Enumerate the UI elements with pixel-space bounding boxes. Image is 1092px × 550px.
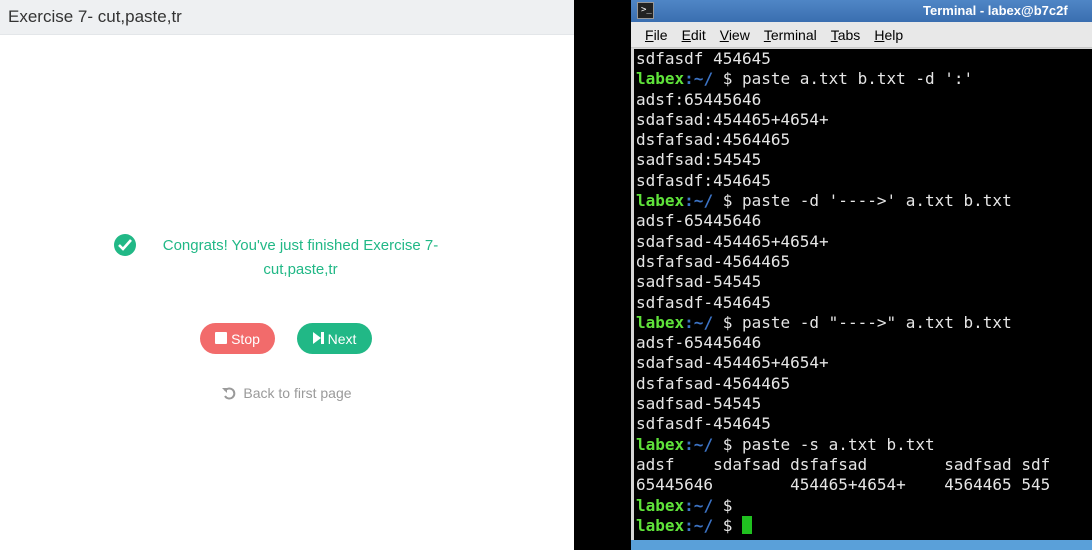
next-button[interactable]: Next <box>297 323 372 354</box>
check-circle-icon <box>113 234 136 256</box>
menu-item-help[interactable]: Help <box>874 27 903 43</box>
prompt-user: labex <box>636 312 685 332</box>
terminal-title: Terminal - labex@b7c2f <box>923 3 1068 18</box>
prompt-path: :~/ <box>684 69 714 89</box>
stop-icon <box>215 331 228 347</box>
stop-button-label: Stop <box>231 330 260 347</box>
terminal-screen[interactable]: sdfasdf 454645 labex:~/ $ paste a.txt b.t… <box>634 49 1092 540</box>
terminal-prompt-line: labex:~/ $ <box>636 515 1092 536</box>
prompt-path: :~/ <box>684 515 714 535</box>
terminal-output-line: adsf sdafsad dsfafsad sadfsad sdf <box>636 454 1051 474</box>
terminal-prompt-line: labex:~/ $ paste -d "---->" a.txt b.txt <box>636 312 1012 332</box>
prompt-user: labex <box>636 191 685 211</box>
prompt-user: labex <box>636 434 685 454</box>
terminal-output-line: sdfasdf-454645 <box>636 292 771 312</box>
stop-button[interactable]: Stop <box>200 323 275 354</box>
congrats-text: Congrats! You've just finished Exercise … <box>162 237 439 278</box>
terminal-output-line: adsf-65445646 <box>636 211 762 231</box>
prompt-path: :~/ <box>684 312 714 332</box>
prompt-user: labex <box>636 495 685 515</box>
terminal-output-line: sdafsad-454465+4654+ <box>636 353 829 373</box>
terminal-cursor <box>741 515 752 534</box>
terminal-prompt-line: labex:~/ $ paste -s a.txt b.txt <box>636 434 935 454</box>
next-button-label: Next <box>327 330 357 347</box>
terminal-output-line: dsfafsad:4564465 <box>636 130 791 150</box>
menu-item-terminal[interactable]: Terminal <box>764 27 817 43</box>
terminal-output-line: 65445646 454465+4654+ 4564465 545 <box>636 475 1051 495</box>
terminal-prompt-line: labex:~/ $ paste a.txt b.txt -d ':' <box>636 69 974 89</box>
terminal-output-line: sdafsad-454465+4654+ <box>636 231 829 251</box>
congrats-message: Congrats! You've just finished Exercise … <box>0 234 574 282</box>
terminal-app-icon[interactable]: >_ <box>637 2 654 19</box>
terminal-titlebar[interactable]: >_ Terminal - labex@b7c2f <box>631 0 1092 22</box>
step-forward-icon <box>312 331 324 347</box>
exercise-header: Exercise 7- cut,paste,tr <box>0 0 574 35</box>
undo-icon <box>222 387 240 403</box>
terminal-window[interactable]: >_ Terminal - labex@b7c2f File Edit View Te… <box>631 0 1092 550</box>
terminal-output-line: sdfasdf-454645 <box>636 414 771 434</box>
prompt-path: :~/ <box>684 191 714 211</box>
pane-divider <box>574 0 631 550</box>
menu-item-file[interactable]: File <box>645 27 668 43</box>
terminal-output-line: dsfafsad-4564465 <box>636 251 791 271</box>
terminal-output-line: adsf-65445646 <box>636 333 762 353</box>
menu-item-edit[interactable]: Edit <box>682 27 706 43</box>
terminal-menubar: File Edit View Terminal Tabs Help <box>631 22 1092 48</box>
prompt-path: :~/ <box>684 434 714 454</box>
terminal-output-line: sadfsad-54545 <box>636 272 762 292</box>
terminal-output-line: dsfafsad-4564465 <box>636 373 791 393</box>
terminal-prompt-line: labex:~/ $ paste -d '---->' a.txt b.txt <box>636 191 1012 211</box>
back-link-label: Back to first page <box>243 385 352 401</box>
menu-item-view[interactable]: View <box>720 27 750 43</box>
terminal-output-line: sdfasdf 454645 <box>636 49 771 68</box>
exercise-title: Exercise 7- cut,paste,tr <box>8 7 182 26</box>
terminal-output-line: sadfsad:54545 <box>636 150 762 170</box>
prompt-user: labex <box>636 515 685 535</box>
terminal-output-line: sdfasdf:454645 <box>636 170 771 190</box>
exercise-pane: Exercise 7- cut,paste,tr Congrats! You'v… <box>0 0 574 550</box>
terminal-output-line: sdafsad:454465+4654+ <box>636 109 829 129</box>
menu-item-tabs[interactable]: Tabs <box>831 27 861 43</box>
terminal-output-line: adsf:65445646 <box>636 89 762 109</box>
prompt-path: :~/ <box>684 495 714 515</box>
terminal-output-line: sadfsad-54545 <box>636 394 762 414</box>
terminal-bottom-edge <box>631 540 1092 550</box>
prompt-user: labex <box>636 69 685 89</box>
terminal-prompt-line: labex:~/ $ <box>636 495 742 515</box>
back-to-first-page-link[interactable]: Back to first page <box>0 385 574 403</box>
